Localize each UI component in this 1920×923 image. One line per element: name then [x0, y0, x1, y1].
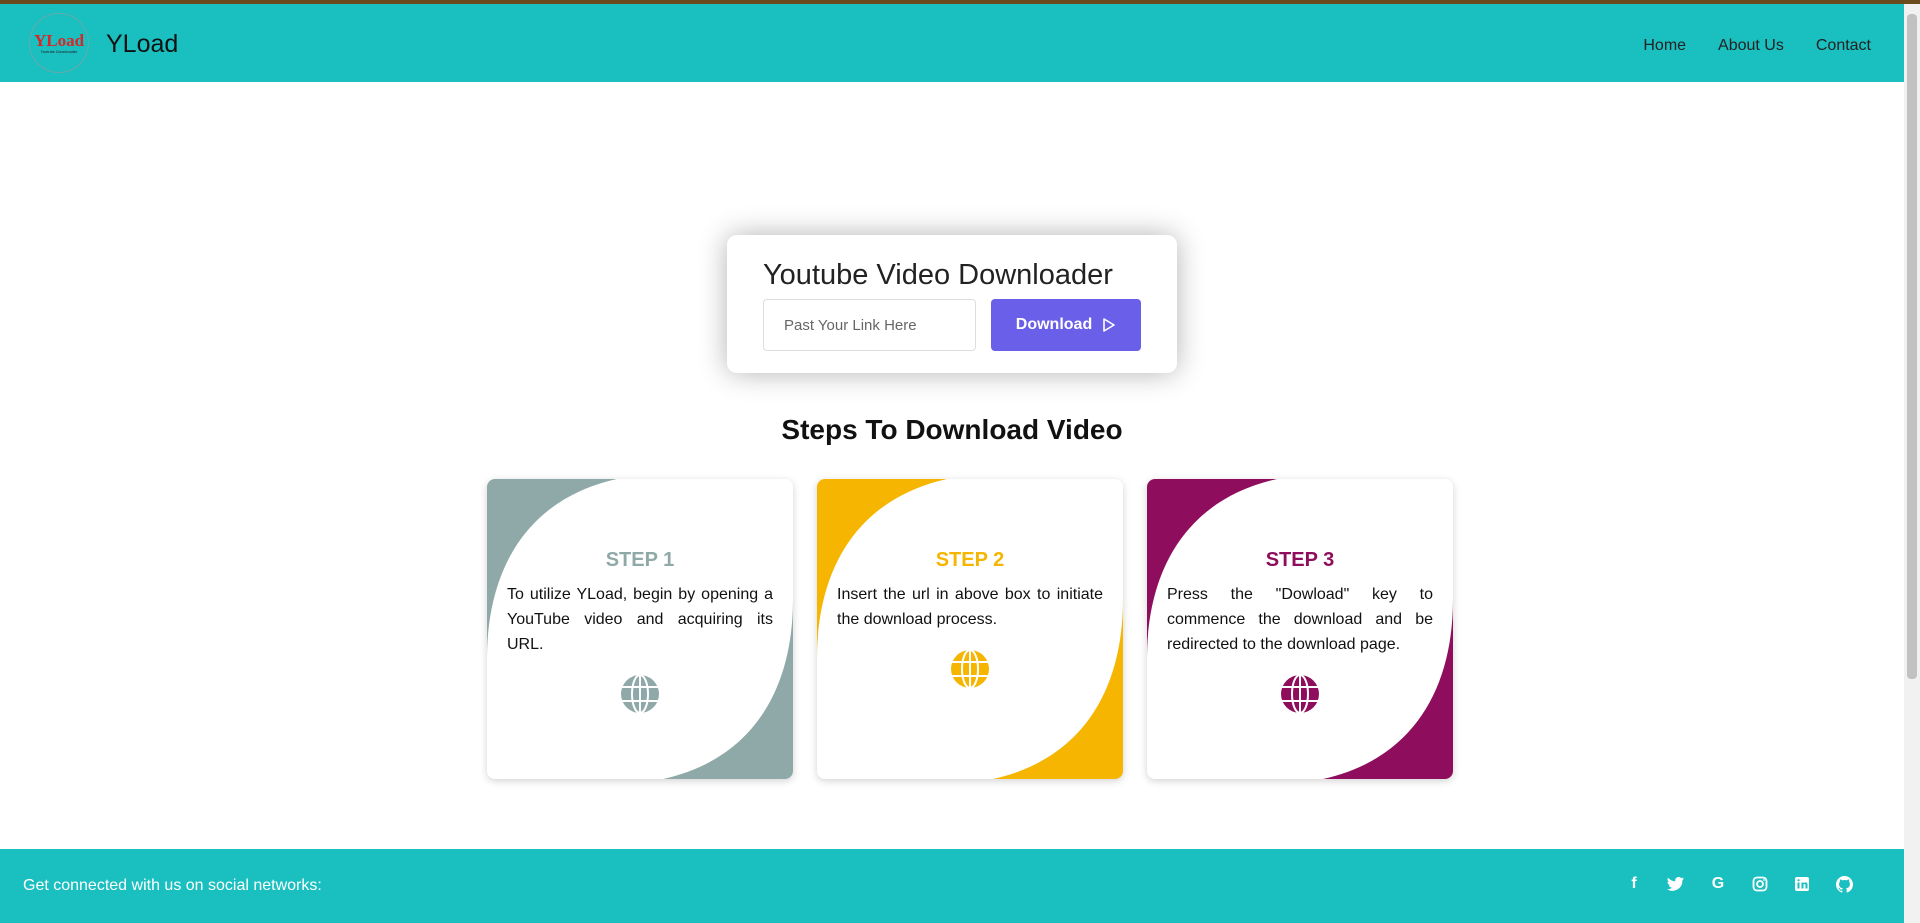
downloader-title: Youtube Video Downloader: [763, 259, 1113, 291]
footer: Get connected with us on social networks…: [0, 849, 1904, 923]
nav-home-link[interactable]: Home: [1643, 37, 1686, 55]
nav-about-link[interactable]: About Us: [1718, 37, 1784, 55]
twitter-icon[interactable]: [1666, 874, 1686, 894]
send-icon: [1103, 318, 1116, 332]
step-description: Press the "Dowload" key to commence the …: [1167, 586, 1433, 653]
steps-title: Steps To Download Video: [781, 414, 1123, 445]
navbar: YLoad Youtube Downloader YLoad Home Abou…: [0, 4, 1904, 82]
step-description: Insert the url in above box to initiate …: [837, 586, 1103, 628]
footer-text: Get connected with us on social networks…: [23, 877, 322, 894]
facebook-icon[interactable]: f: [1624, 874, 1644, 894]
downloader-box: Youtube Video Downloader Download: [727, 235, 1177, 373]
globe-icon: [951, 649, 989, 689]
step-label: STEP 1: [605, 549, 675, 571]
social-links: f G: [1624, 874, 1854, 894]
nav-contact-link[interactable]: Contact: [1816, 37, 1871, 55]
step-description: To utilize YLoad, begin by opening a You…: [507, 586, 773, 653]
instagram-icon[interactable]: [1750, 874, 1770, 894]
scrollbar[interactable]: [1904, 4, 1920, 923]
logo-text: YLoad: [33, 30, 85, 50]
globe-icon: [621, 674, 659, 714]
nav-links: Home About Us Contact: [1643, 37, 1871, 55]
brand-name[interactable]: YLoad: [106, 30, 178, 59]
step-card-3: STEP 3 Press the "Dowload" key to commen…: [1147, 479, 1453, 779]
logo[interactable]: YLoad Youtube Downloader: [29, 13, 89, 73]
linkedin-icon[interactable]: [1792, 874, 1812, 894]
logo-subtext: Youtube Downloader: [40, 48, 78, 54]
github-icon[interactable]: [1834, 874, 1854, 894]
globe-icon: [1281, 674, 1319, 714]
step-label: STEP 3: [1265, 549, 1335, 571]
step-card-2: STEP 2 Insert the url in above box to in…: [817, 479, 1123, 779]
link-input[interactable]: [763, 299, 976, 351]
download-button-label: Download: [1015, 316, 1093, 333]
download-button[interactable]: Download: [991, 299, 1141, 351]
google-icon[interactable]: G: [1708, 874, 1728, 894]
step-card-1: STEP 1 To utilize YLoad, begin by openin…: [487, 479, 793, 779]
step-label: STEP 2: [935, 549, 1005, 571]
scrollbar-thumb[interactable]: [1907, 14, 1917, 679]
